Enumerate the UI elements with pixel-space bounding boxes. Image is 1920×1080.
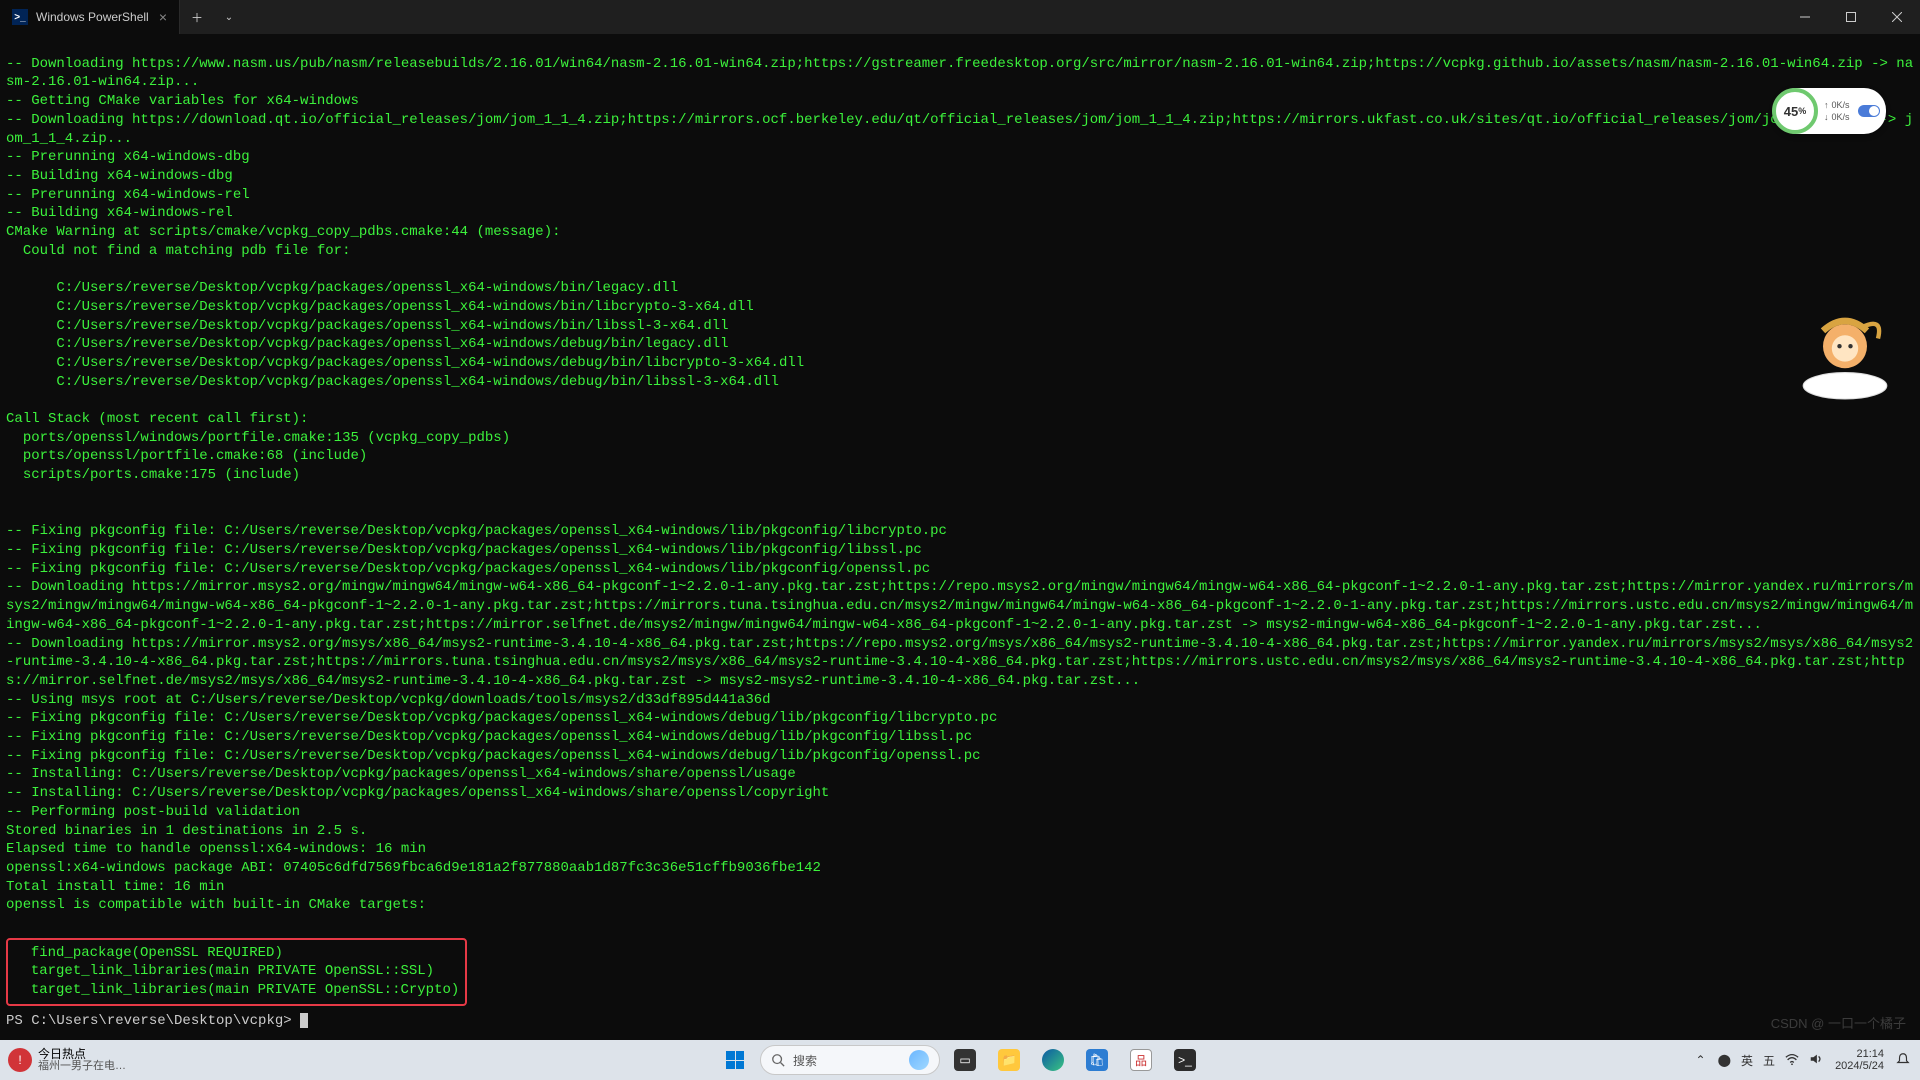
search-badge-icon [909, 1050, 929, 1070]
search-icon [771, 1053, 785, 1067]
download-speed: 0K/s [1832, 111, 1850, 123]
search-placeholder: 搜索 [793, 1052, 817, 1069]
minimize-button[interactable] [1782, 0, 1828, 34]
file-explorer-button[interactable]: 📁 [990, 1041, 1028, 1079]
close-window-button[interactable] [1874, 0, 1920, 34]
prompt-line[interactable]: PS C:\Users\reverse\Desktop\vcpkg> [6, 1012, 1914, 1031]
taskbar-news-widget[interactable]: ! 今日热点 福州一男子在电… [0, 1048, 126, 1072]
memory-percent-value: 45 [1784, 104, 1798, 119]
system-tray[interactable]: ⬤ 英 五 [1718, 1052, 1823, 1069]
microsoft-store-button[interactable]: 🛍 [1078, 1041, 1116, 1079]
edge-browser-button[interactable] [1034, 1041, 1072, 1079]
news-icon: ! [8, 1048, 32, 1072]
taskbar-search[interactable]: 搜索 [760, 1045, 940, 1075]
tab-dropdown-button[interactable]: ⌄ [214, 12, 244, 23]
windows-logo-icon [726, 1051, 744, 1069]
terminal-app-button[interactable]: >_ [1166, 1041, 1204, 1079]
prompt-text: PS C:\Users\reverse\Desktop\vcpkg> [6, 1013, 300, 1029]
widget-toggle[interactable] [1858, 105, 1880, 117]
notifications-button[interactable] [1896, 1052, 1910, 1069]
clock-time: 21:14 [1835, 1048, 1884, 1060]
powershell-icon: >_ [12, 9, 28, 25]
app-button-1[interactable]: 品 [1122, 1041, 1160, 1079]
download-arrow-icon: ↓ [1824, 111, 1829, 123]
ime-language[interactable]: 英 [1741, 1052, 1753, 1069]
clock-date: 2024/5/24 [1835, 1060, 1884, 1072]
window-buttons [1782, 0, 1920, 34]
close-tab-button[interactable]: × [159, 9, 167, 25]
upload-arrow-icon: ↑ [1824, 99, 1829, 111]
memory-percent-circle: 45% [1772, 88, 1818, 134]
ime-mode[interactable]: 五 [1763, 1052, 1775, 1069]
maximize-button[interactable] [1828, 0, 1874, 34]
taskbar-clock[interactable]: 21:14 2024/5/24 [1835, 1048, 1884, 1072]
volume-icon[interactable] [1809, 1052, 1823, 1069]
wifi-icon[interactable] [1785, 1052, 1799, 1069]
taskbar-right: ⌃ ⬤ 英 五 21:14 2024/5/24 [1696, 1048, 1920, 1072]
upload-speed: 0K/s [1832, 99, 1850, 111]
tab-title: Windows PowerShell [36, 10, 149, 24]
watermark: CSDN @ 一口一个橘子 [1771, 1013, 1906, 1032]
net-speeds: ↑0K/s ↓0K/s [1818, 99, 1858, 123]
terminal-tab[interactable]: >_ Windows PowerShell × [0, 0, 180, 34]
taskbar-center: 搜索 ▭ 📁 🛍 品 >_ [716, 1041, 1204, 1079]
cmake-usage-box: find_package(OpenSSL REQUIRED) target_li… [6, 938, 467, 1006]
taskbar: ! 今日热点 福州一男子在电… 搜索 ▭ 📁 🛍 品 >_ ⌃ ⬤ 英 五 [0, 1040, 1920, 1080]
security-tray-icon[interactable]: ⬤ [1718, 1053, 1731, 1067]
news-text: 今日热点 福州一男子在电… [38, 1048, 126, 1072]
new-tab-button[interactable]: ＋ [180, 9, 214, 26]
titlebar: >_ Windows PowerShell × ＋ ⌄ [0, 0, 1920, 34]
memory-percent-unit: % [1798, 106, 1806, 116]
news-subtitle: 福州一男子在电… [38, 1060, 126, 1072]
taskview-button[interactable]: ▭ [946, 1041, 984, 1079]
cursor [300, 1013, 308, 1028]
tray-chevron-icon[interactable]: ⌃ [1696, 1053, 1706, 1067]
network-speed-widget[interactable]: 45% ↑0K/s ↓0K/s [1774, 88, 1886, 134]
terminal-output[interactable]: -- Downloading https://www.nasm.us/pub/n… [0, 34, 1920, 1051]
news-title: 今日热点 [38, 1048, 126, 1060]
start-button[interactable] [716, 1041, 754, 1079]
